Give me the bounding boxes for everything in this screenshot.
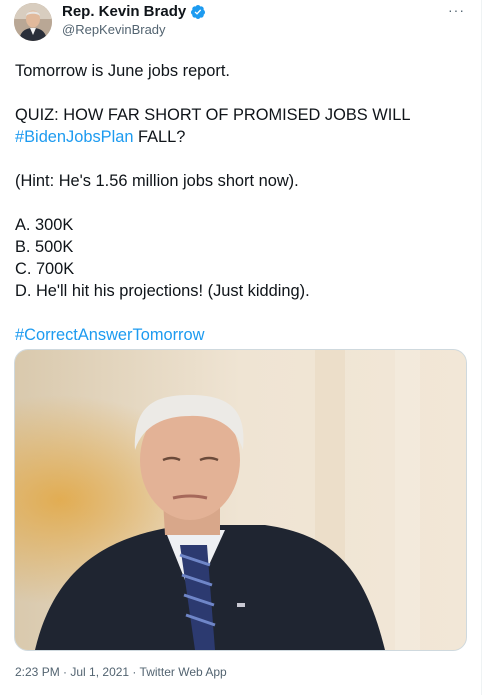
author-handle[interactable]: @RepKevinBrady: [62, 22, 166, 37]
meta-separator-1: ·: [59, 665, 71, 679]
tweet-metadata: 2:23 PM · Jul 1, 2021 · Twitter Web App: [15, 665, 227, 679]
tweet-text: Tomorrow is June jobs report. QUIZ: HOW …: [15, 60, 465, 346]
author-display-name[interactable]: Rep. Kevin Brady: [62, 3, 186, 20]
meta-separator-2: ·: [129, 665, 140, 679]
tweet-time[interactable]: 2:23 PM: [15, 665, 60, 679]
quiz-option-c: C. 700K: [15, 260, 75, 278]
quiz-prefix: QUIZ: HOW FAR SHORT OF PROMISED JOBS WIL…: [15, 106, 411, 124]
hashtag-correctanswertomorrow[interactable]: #CorrectAnswerTomorrow: [15, 326, 204, 344]
avatar-photo: [14, 3, 52, 41]
tweet-line-hint: (Hint: He's 1.56 million jobs short now)…: [15, 172, 299, 190]
verified-badge-icon: [191, 4, 206, 19]
tweet-media-photo[interactable]: [14, 349, 467, 651]
quiz-option-b: B. 500K: [15, 238, 74, 256]
author-name-row: Rep. Kevin Brady: [62, 3, 206, 20]
tweet-line-quiz: QUIZ: HOW FAR SHORT OF PROMISED JOBS WIL…: [15, 104, 465, 148]
tweet-card: Rep. Kevin Brady @RepKevinBrady ··· Tomo…: [0, 0, 482, 695]
tweet-date[interactable]: Jul 1, 2021: [70, 665, 129, 679]
quiz-suffix: FALL?: [133, 128, 186, 146]
quiz-option-a: A. 300K: [15, 216, 74, 234]
tweet-line-intro: Tomorrow is June jobs report.: [15, 62, 230, 80]
author-avatar[interactable]: [14, 3, 52, 41]
more-options-button[interactable]: ···: [448, 2, 465, 18]
photo-image: [15, 350, 466, 650]
hashtag-bidenjobsplan[interactable]: #BidenJobsPlan: [15, 128, 133, 146]
quiz-option-d: D. He'll hit his projections! (Just kidd…: [15, 282, 310, 300]
tweet-source[interactable]: Twitter Web App: [140, 665, 227, 679]
